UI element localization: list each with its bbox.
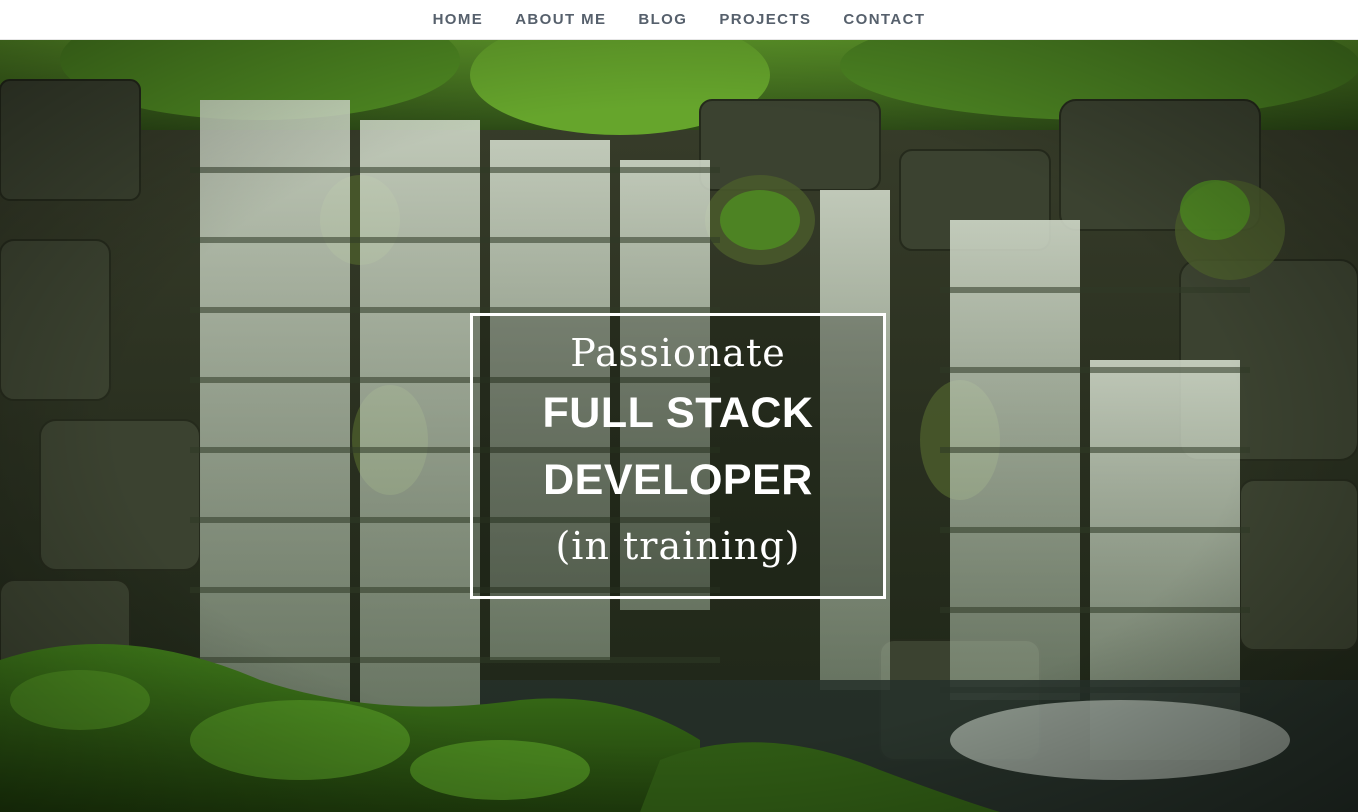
hero-subtitle-passionate: Passionate [570,331,786,375]
hero-title-line-developer: DEVELOPER [543,456,813,504]
top-navbar: HOME ABOUT ME BLOG PROJECTS CONTACT [0,0,1358,40]
hero-title-box: Passionate FULL STACK DEVELOPER (in trai… [470,313,886,599]
nav-contact-link[interactable]: CONTACT [827,0,941,40]
hero-subtitle-in-training: (in training) [555,524,801,568]
nav-blog-link[interactable]: BLOG [622,0,703,40]
nav-about-link[interactable]: ABOUT ME [499,0,622,40]
hero-title-line-fullstack: FULL STACK [542,389,814,437]
nav-home-link[interactable]: HOME [417,0,500,40]
nav-projects-link[interactable]: PROJECTS [703,0,827,40]
hero-section: Passionate FULL STACK DEVELOPER (in trai… [0,40,1358,812]
